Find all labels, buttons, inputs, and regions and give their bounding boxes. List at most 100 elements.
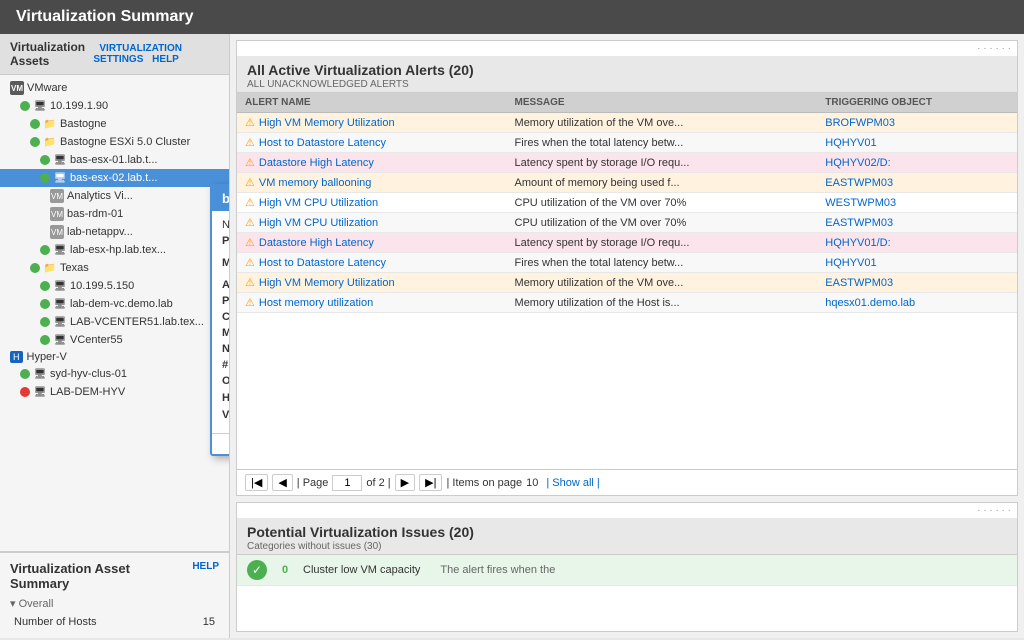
alert-name-link[interactable]: Datastore High Latency — [259, 237, 374, 249]
table-row[interactable]: ⚠Host memory utilization Memory utilizat… — [237, 293, 1017, 313]
tree-item-texas[interactable]: 📁 Texas — [0, 259, 229, 277]
page-input[interactable] — [332, 475, 362, 491]
tree-item-vmware[interactable]: VM VMware — [0, 79, 229, 97]
status-dot-red — [20, 387, 30, 397]
alert-message-cell: Memory utilization of the VM ove... — [507, 273, 818, 293]
alert-message-cell: Fires when the total latency betw... — [507, 133, 818, 153]
tree-item-syd-hyv[interactable]: 🖥 syd-hyv-clus-01 — [0, 365, 229, 383]
tooltip-more[interactable]: · · · — [212, 433, 230, 454]
tree-item-bas-esx-hp[interactable]: 🖥 lab-esx-hp.lab.tex... — [0, 241, 229, 259]
alert-object-link[interactable]: HQHYV01 — [825, 137, 876, 149]
next-page-btn[interactable]: ▶ — [395, 474, 415, 491]
alert-object-link[interactable]: hqesx01.demo.lab — [825, 297, 915, 309]
table-row[interactable]: ⚠VM memory ballooning Amount of memory b… — [237, 173, 1017, 193]
tree-item-ip5150[interactable]: 🖥 10.199.5.150 — [0, 277, 229, 295]
alert-object-link[interactable]: HQHYV01 — [825, 257, 876, 269]
table-row[interactable]: ⚠High VM CPU Utilization CPU utilization… — [237, 213, 1017, 233]
tree-item-ip190[interactable]: 🖥 10.199.1.90 — [0, 97, 229, 115]
warning-triangle-icon: ⚠ — [245, 217, 255, 229]
tree-item-hyperv[interactable]: H Hyper-V — [0, 349, 229, 365]
alert-object-link[interactable]: EASTWPM03 — [825, 277, 893, 289]
alert-object-link[interactable]: EASTWPM03 — [825, 217, 893, 229]
tree-item-bastogne-cluster[interactable]: 📁 Bastogne ESXi 5.0 Cluster — [0, 133, 229, 151]
tree-label: lab-netappv... — [67, 226, 133, 238]
alerts-table-scroll[interactable]: ALERT NAME MESSAGE TRIGGERING OBJECT ⚠Hi… — [237, 93, 1017, 469]
alert-object-link[interactable]: WESTWPM03 — [825, 197, 896, 209]
drag-handle-top: · · · · · · — [237, 41, 1017, 56]
tree-item-netappv[interactable]: VM lab-netappv... — [0, 223, 229, 241]
tree-label: VMware — [27, 82, 67, 94]
alerts-header: All Active Virtualization Alerts (20) AL… — [237, 56, 1017, 93]
alert-name-cell: ⚠ Host to Datastore Latency — [237, 253, 507, 273]
server-icon: 🖥 — [53, 297, 67, 311]
alert-name-link[interactable]: VM memory ballooning — [259, 177, 372, 189]
tree-item-lab-dem-hyv[interactable]: 🖥 LAB-DEM-HYV — [0, 383, 229, 401]
page-total: of 2 | — [366, 477, 390, 489]
table-row[interactable]: ⚠Datastore High Latency Latency spent by… — [237, 233, 1017, 253]
alert-object-link[interactable]: EASTWPM03 — [825, 177, 893, 189]
vmware-icon: VM — [10, 81, 24, 95]
tree-item-bas-esx-01[interactable]: 🖥 bas-esx-01.lab.t... — [0, 151, 229, 169]
table-row[interactable]: ⚠Host to Datastore Latency Fires when th… — [237, 133, 1017, 153]
prev-page-btn[interactable]: ◀ — [272, 474, 292, 491]
overall-label: ▾ Overall — [10, 597, 219, 610]
host-status-row: Host Status: ⚠ Warning — [222, 391, 230, 404]
tree-label: syd-hyv-clus-01 — [50, 368, 127, 380]
warning-triangle-icon: ⚠ — [245, 257, 255, 269]
tree-label: Bastogne — [60, 118, 106, 130]
status-dot-green — [40, 155, 50, 165]
stat-label: Number of Hosts — [14, 616, 97, 628]
alert-name-link[interactable]: High VM Memory Utilization — [259, 277, 395, 289]
alert-object-link[interactable]: BROFWPM03 — [825, 117, 895, 129]
alert-name-link[interactable]: High VM Memory Utilization — [259, 117, 395, 129]
alert-name-link[interactable]: Datastore High Latency — [259, 157, 374, 169]
table-row[interactable]: ⚠High VM Memory Utilization Memory utili… — [237, 113, 1017, 133]
alert-name-link[interactable]: High VM CPU Utilization — [259, 197, 378, 209]
tree-label: 10.199.5.150 — [70, 280, 134, 292]
tree-item-bastogne[interactable]: 📁 Bastogne — [0, 115, 229, 133]
alert-name-link[interactable]: Host to Datastore Latency — [259, 137, 386, 149]
col-alert-name: ALERT NAME — [237, 93, 507, 113]
alert-object-cell: HQHYV01/D: — [817, 233, 1017, 253]
alert-name-link[interactable]: High VM CPU Utilization — [259, 217, 378, 229]
tree-item-bas-esx-02[interactable]: 🖥 bas-esx-02.lab.t... — [0, 169, 229, 187]
table-row[interactable]: ⚠Datastore High Latency Latency spent by… — [237, 153, 1017, 173]
tree-item-analytics[interactable]: VM Analytics Vi... — [0, 187, 229, 205]
status-dot-green — [30, 263, 40, 273]
tree-item-lab-vcenter51[interactable]: 🖥 LAB-VCENTER51.lab.tex... — [0, 313, 229, 331]
table-row[interactable]: ⚠High VM Memory Utilization Memory utili… — [237, 273, 1017, 293]
status-dot-green — [20, 369, 30, 379]
vman-alerts-row: VMan Alerts: ● 0 ▲ 1 ℹ 0 — [222, 408, 230, 421]
tree-label: Texas — [60, 262, 89, 274]
alert-message-cell: CPU utilization of the VM over 70% — [507, 193, 818, 213]
network-util-label: Network Utilization: — [222, 343, 230, 355]
alert-name-cell: ⚠ High VM CPU Utilization — [237, 213, 507, 233]
first-page-btn[interactable]: |◀ — [245, 474, 268, 491]
alert-name-link[interactable]: Host to Datastore Latency — [259, 257, 386, 269]
alert-name-link[interactable]: Host memory utilization — [259, 297, 373, 309]
alert-name-cell: ⚠Host to Datastore Latency — [237, 133, 507, 153]
show-all-link[interactable]: | Show all | — [546, 477, 599, 489]
stat-row: Number of Hosts 15 — [10, 614, 219, 630]
table-row[interactable]: ⚠Host to Datastore Latency Fires when th… — [237, 253, 1017, 273]
op-state-label: Operational State: — [222, 375, 230, 387]
table-row[interactable]: ⚠High VM CPU Utilization CPU utilization… — [237, 193, 1017, 213]
tree-item-vcenter55[interactable]: 🖥 VCenter55 — [0, 331, 229, 349]
tree-label: bas-esx-01.lab.t... — [70, 154, 157, 166]
tree-item-bas-rdm[interactable]: VM bas-rdm-01 — [0, 205, 229, 223]
alert-object-cell: HQHYV01 — [817, 133, 1017, 153]
tree-item-lab-dem-vc[interactable]: 🖥 lab-dem-vc.demo.lab — [0, 295, 229, 313]
help-link[interactable]: HELP — [152, 54, 179, 65]
vm-icon: VM — [50, 225, 64, 239]
alert-name-cell: ⚠High VM CPU Utilization — [237, 193, 507, 213]
tree-label: LAB-DEM-HYV — [50, 386, 125, 398]
last-page-btn[interactable]: ▶| — [419, 474, 442, 491]
alert-object-link[interactable]: HQHYV02/D: — [825, 157, 890, 169]
issue-row[interactable]: ✓ 0 Cluster low VM capacity The alert fi… — [237, 555, 1017, 586]
summary-help[interactable]: HELP — [192, 561, 219, 591]
items-per-page-label: | Items on page — [446, 477, 522, 489]
server-icon: 🖥 — [53, 153, 67, 167]
alert-object-link[interactable]: HQHYV01/D: — [825, 237, 890, 249]
issue-label: Cluster low VM capacity — [303, 564, 420, 576]
tooltip-title: bas-esx-02.lab.tex — [212, 186, 230, 211]
